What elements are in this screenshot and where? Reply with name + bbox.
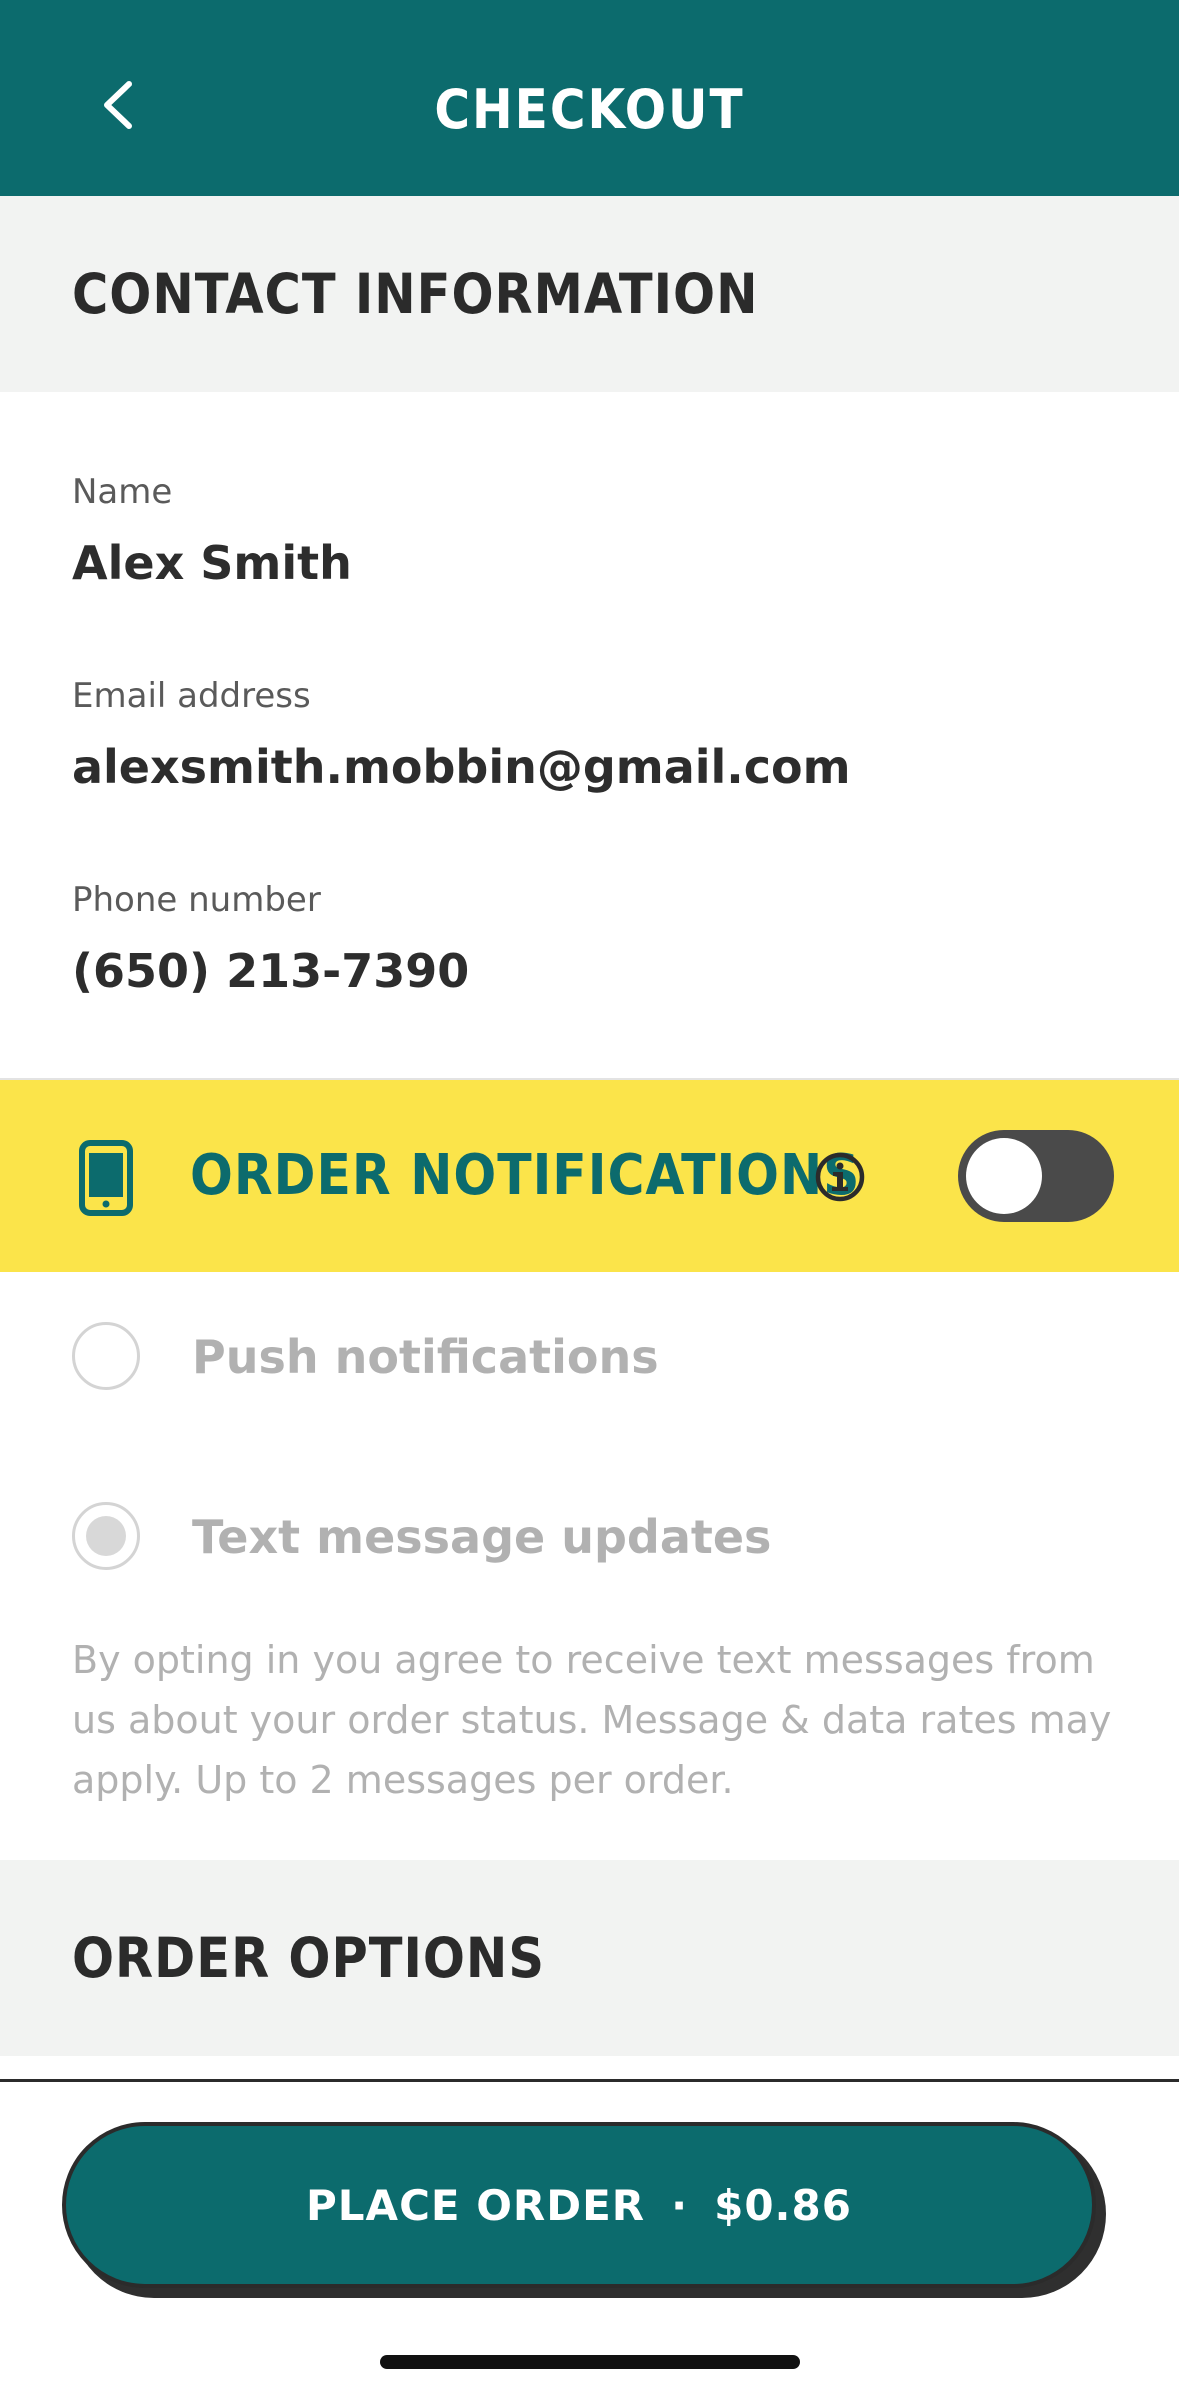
phone-label: Phone number <box>72 880 321 920</box>
place-order-label: PLACE ORDER <box>306 2180 646 2230</box>
phone-value: (650) 213-7390 <box>72 944 470 998</box>
order-notifications-toggle[interactable] <box>958 1130 1114 1222</box>
place-order-button[interactable]: PLACE ORDER · $0.86 <box>62 2122 1096 2288</box>
toggle-knob <box>966 1138 1042 1214</box>
name-label: Name <box>72 472 173 512</box>
info-icon[interactable] <box>814 1151 866 1203</box>
text-message-label[interactable]: Text message updates <box>192 1510 771 1564</box>
page-title: CHECKOUT <box>434 78 745 141</box>
place-order-separator: · <box>671 2180 689 2230</box>
phone-icon <box>79 1140 133 1216</box>
radio-selected-dot <box>86 1516 126 1556</box>
email-label: Email address <box>72 676 311 716</box>
footer-divider <box>0 2079 1179 2082</box>
order-total: $0.86 <box>714 2180 852 2230</box>
push-notifications-label[interactable]: Push notifications <box>192 1330 659 1384</box>
order-options-heading: ORDER OPTIONS <box>72 1926 545 1990</box>
order-options-header: ORDER OPTIONS <box>0 1860 1179 2056</box>
order-notifications-title: ORDER NOTIFICATIONS <box>190 1143 861 1208</box>
email-value: alexsmith.mobbin@gmail.com <box>72 740 851 794</box>
name-value: Alex Smith <box>72 536 352 590</box>
push-notifications-radio[interactable] <box>72 1322 140 1390</box>
home-indicator <box>380 2355 800 2369</box>
sms-disclaimer: By opting in you agree to receive text m… <box>72 1638 1112 1802</box>
contact-info-heading: CONTACT INFORMATION <box>72 262 759 326</box>
contact-info-header: CONTACT INFORMATION <box>0 196 1179 392</box>
text-message-radio[interactable] <box>72 1502 140 1570</box>
